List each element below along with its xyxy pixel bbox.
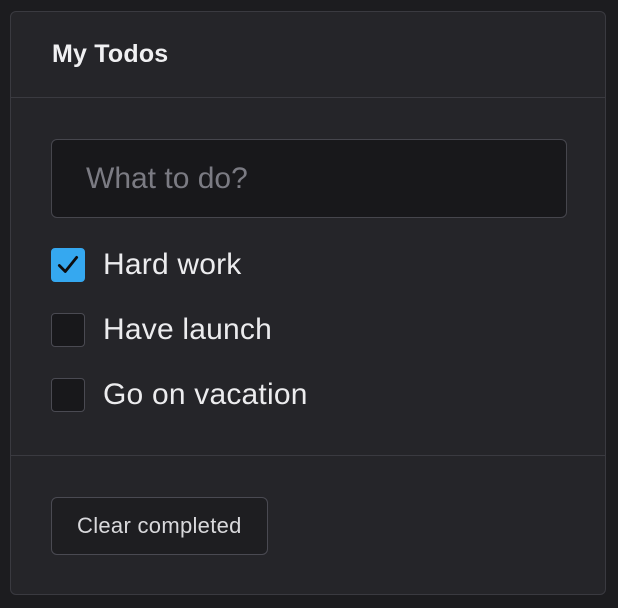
- todo-checkbox[interactable]: [51, 313, 85, 347]
- todo-label: Go on vacation: [103, 378, 308, 411]
- todo-item[interactable]: Hard work: [51, 247, 565, 283]
- card-body: Hard work Have launch Go on vacation: [11, 98, 605, 456]
- checkmark-icon: [57, 256, 79, 273]
- todo-checkbox[interactable]: [51, 248, 85, 282]
- clear-completed-button[interactable]: Clear completed: [51, 497, 268, 555]
- todo-label: Have launch: [103, 313, 272, 346]
- todo-label: Hard work: [103, 248, 242, 281]
- todo-checkbox[interactable]: [51, 378, 85, 412]
- todo-item[interactable]: Have launch: [51, 312, 565, 348]
- card-title: My Todos: [52, 40, 169, 68]
- card-footer: Clear completed: [11, 456, 605, 555]
- todo-list: Hard work Have launch Go on vacation: [51, 247, 565, 413]
- new-todo-input[interactable]: [51, 139, 567, 218]
- todo-item[interactable]: Go on vacation: [51, 377, 565, 413]
- todo-card: My Todos Hard work Have launch Go on vac…: [10, 11, 606, 595]
- card-header: My Todos: [11, 12, 605, 98]
